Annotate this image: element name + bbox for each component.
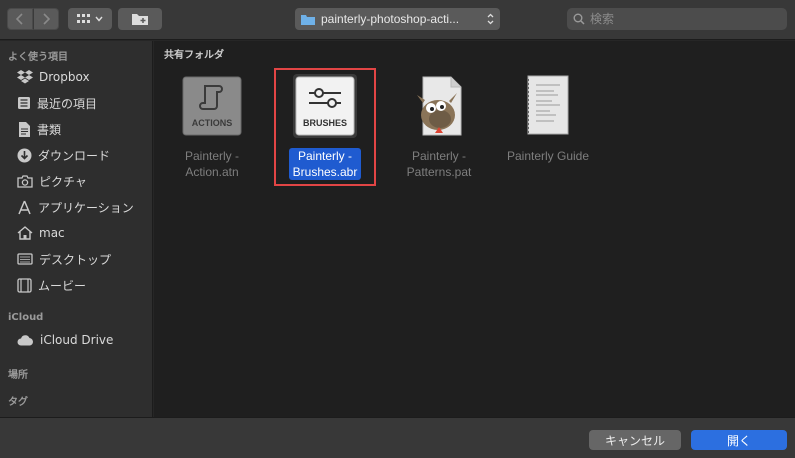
file-name: Painterly Guide <box>507 148 589 164</box>
home-icon <box>17 226 33 240</box>
search-input[interactable] <box>590 12 770 26</box>
file-thumbnail: ACTIONS <box>180 74 244 138</box>
file-item-guide[interactable]: Painterly Guide <box>498 74 598 164</box>
sidebar-item-dropbox[interactable]: Dropbox <box>0 64 153 90</box>
toolbar: painterly-photoshop-acti... <box>0 0 795 40</box>
location-popup[interactable]: painterly-photoshop-acti... <box>295 8 500 30</box>
sidebar-item-label: アプリケーション <box>38 200 134 215</box>
chevron-left-icon <box>16 13 23 25</box>
sidebar-section-favorites: よく使う項目 <box>8 52 68 63</box>
sidebar-item-home[interactable]: mac <box>0 220 153 246</box>
documents-icon <box>19 121 30 137</box>
sidebar-item-label: ダウンロード <box>38 148 111 163</box>
folder-icon <box>301 14 315 25</box>
file-name-line2: Brushes.abr <box>292 165 358 179</box>
new-folder-button[interactable] <box>118 8 162 30</box>
file-name-line1: Painterly - <box>184 149 240 163</box>
recents-icon <box>18 97 30 109</box>
grid-icon <box>77 14 90 23</box>
sidebar-section-tags: タグ <box>8 397 28 408</box>
file-name: Painterly - Action.atn <box>185 148 239 180</box>
sidebar-item-label: 最近の項目 <box>37 96 98 111</box>
back-button[interactable] <box>7 8 33 30</box>
thumb-label: ACTIONS <box>192 118 233 128</box>
sidebar-item-label: iCloud Drive <box>40 333 114 347</box>
sidebar-item-label: ピクチャ <box>39 174 87 189</box>
sidebar-item-pictures[interactable]: ピクチャ <box>0 168 153 194</box>
file-browser: 共有フォルダ ACTIONS Painterly - Action.atn BR… <box>154 41 795 417</box>
file-name-line1: Painterly - <box>411 149 467 163</box>
film-icon <box>17 277 32 293</box>
file-thumbnail: BRUSHES <box>293 74 357 138</box>
sidebar-item-label: 書類 <box>37 122 62 137</box>
sidebar-item-desktop[interactable]: デスクトップ <box>0 246 153 272</box>
sidebar-item-label: デスクトップ <box>39 252 112 267</box>
nav-buttons <box>7 8 59 30</box>
sidebar-item-label: ムービー <box>38 278 87 293</box>
view-options-button[interactable] <box>68 8 112 30</box>
document-thumbnail-icon <box>527 75 569 135</box>
sidebar-section-locations: 場所 <box>8 370 28 381</box>
breadcrumb: 共有フォルダ <box>164 50 224 61</box>
sidebar-item-recents[interactable]: 最近の項目 <box>0 90 153 116</box>
sidebar-item-documents[interactable]: 書類 <box>0 116 153 142</box>
file-name-line1: Painterly - <box>297 149 352 163</box>
new-folder-icon <box>132 14 148 25</box>
sidebar-item-downloads[interactable]: ダウンロード <box>0 142 153 168</box>
dialog-footer: キャンセル 開く <box>0 417 795 458</box>
file-item-patterns[interactable]: Painterly - Patterns.pat <box>389 74 489 180</box>
chevron-down-icon <box>95 16 103 22</box>
location-label: painterly-photoshop-acti... <box>321 12 460 26</box>
applications-icon <box>18 200 31 214</box>
camera-icon <box>17 174 33 188</box>
chevron-right-icon <box>43 13 50 25</box>
brushes-file-icon: BRUSHES <box>295 76 355 136</box>
file-item-actions[interactable]: ACTIONS Painterly - Action.atn <box>162 74 262 180</box>
cancel-button[interactable]: キャンセル <box>589 430 681 450</box>
file-name: Painterly - Patterns.pat <box>407 148 472 180</box>
actions-file-icon: ACTIONS <box>182 76 242 136</box>
gimp-file-icon <box>417 76 462 136</box>
file-thumbnail <box>516 74 580 138</box>
forward-button[interactable] <box>33 8 59 30</box>
search-icon <box>573 13 585 25</box>
open-button[interactable]: 開く <box>691 430 787 450</box>
file-name-line2: Action.atn <box>185 165 239 179</box>
dropbox-icon <box>17 70 33 84</box>
updown-chevron-icon <box>487 13 494 25</box>
search-field[interactable] <box>567 8 787 30</box>
downloads-icon <box>17 148 32 162</box>
file-item-brushes[interactable]: BRUSHES Painterly - Brushes.abr <box>275 74 375 180</box>
sidebar-item-label: mac <box>39 226 65 240</box>
desktop-icon <box>17 252 33 265</box>
thumb-label: BRUSHES <box>303 118 347 128</box>
file-name-line2: Patterns.pat <box>406 165 472 179</box>
file-name: Painterly - Brushes.abr <box>288 148 362 180</box>
sidebar-item-applications[interactable]: アプリケーション <box>0 194 153 220</box>
sidebar-item-label: Dropbox <box>39 70 90 84</box>
sidebar: よく使う項目 Dropbox 最近の項目 書類 ダウンロード ピクチャ アプリケ… <box>0 41 153 417</box>
cloud-icon <box>17 334 33 345</box>
sidebar-item-movies[interactable]: ムービー <box>0 272 153 298</box>
sidebar-section-icloud: iCloud <box>8 312 44 323</box>
file-thumbnail <box>407 74 471 138</box>
sidebar-item-icloud-drive[interactable]: iCloud Drive <box>0 327 153 353</box>
file-name-line1: Painterly Guide <box>506 149 590 163</box>
